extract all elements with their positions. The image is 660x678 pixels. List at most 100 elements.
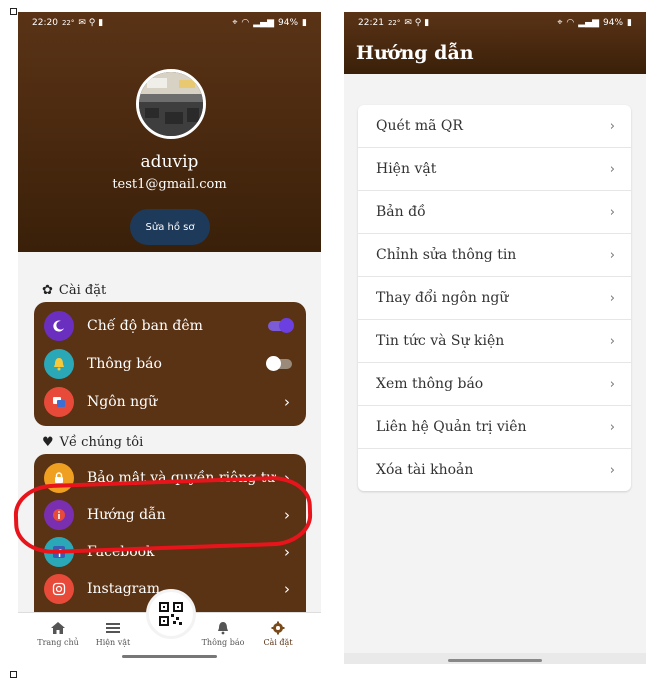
language-row[interactable]: Ngôn ngữ › [34,384,306,420]
nav-home[interactable]: Trang chủ [30,621,86,647]
chevron-right-icon: › [609,204,615,220]
chevron-right-icon: › [284,543,290,561]
gear-icon [271,621,285,635]
list-item-label: Liên hệ Quản trị viên [376,419,527,435]
list-item-label: Bản đồ [376,204,426,220]
nav-settings-label: Cài đặt [263,638,293,647]
wifi-icon: ◠ [241,18,250,28]
chevron-right-icon: › [284,506,290,524]
list-item[interactable]: Chỉnh sửa thông tin › [358,234,631,277]
gear-icon: ✿ [42,283,53,298]
battery-level: 94% [603,18,624,28]
settings-screen: 22:20 22° ✉ ⚲ ▮ ⌖ ◠ ▂▄▆ 94% ▮ aduvip tes… [18,12,321,664]
battery-icon: ▮ [627,18,632,28]
guide-screen: 22:21 22° ✉ ⚲ ▮ ⌖ ◠ ▂▄▆ 94% ▮ Hướng dẫn … [344,12,646,664]
home-indicator [122,655,217,658]
list-item-label: Hiện vật [376,161,437,177]
night-mode-toggle[interactable] [268,318,294,333]
qr-code-icon [159,602,183,626]
profile-header: 22:20 22° ✉ ⚲ ▮ ⌖ ◠ ▂▄▆ 94% ▮ aduvip tes… [18,12,321,252]
chevron-right-icon: › [284,393,290,411]
list-item[interactable]: Tin tức và Sự kiện › [358,320,631,363]
notification-icons: ✉ ⚲ ▮ [78,18,104,28]
list-item-label: Tin tức và Sự kiện [376,333,505,349]
list-item-label: Xóa tài khoản [376,462,474,478]
list-item[interactable]: Hiện vật › [358,148,631,191]
info-icon [44,500,74,530]
signal-icon: ▂▄▆ [578,18,600,28]
night-mode-label: Chế độ ban đêm [87,318,203,334]
avatar[interactable] [136,69,206,139]
chevron-right-icon: › [609,118,615,134]
list-item[interactable]: Liên hệ Quản trị viên › [358,406,631,449]
guide-row[interactable]: Hướng dẫn › [34,497,306,533]
instagram-label: Instagram [87,581,160,597]
chevron-right-icon: › [609,419,615,435]
location-icon: ⌖ [232,18,238,28]
page-title: Hướng dẫn [356,42,474,64]
status-time: 22:21 [358,18,384,28]
settings-card: Chế độ ban đêm Thông báo Ngôn ngữ › [34,302,306,426]
status-temp: 22° [61,19,75,27]
chevron-right-icon: › [609,376,615,392]
guide-label: Hướng dẫn [87,507,166,523]
list-item-label: Thay đổi ngôn ngữ [376,290,509,306]
about-section-label: Về chúng tôi [59,435,144,450]
instagram-icon [44,574,74,604]
signal-icon: ▂▄▆ [253,18,275,28]
chevron-right-icon: › [609,290,615,306]
nav-notifications-label: Thông báo [201,638,245,647]
wifi-icon: ◠ [566,18,575,28]
list-item-label: Chỉnh sửa thông tin [376,247,517,263]
list-item-label: Quét mã QR [376,118,463,134]
chevron-right-icon: › [609,247,615,263]
list-icon [106,623,120,633]
list-item[interactable]: Thay đổi ngôn ngữ › [358,277,631,320]
list-item[interactable]: Bản đồ › [358,191,631,234]
status-temp: 22° [387,19,401,27]
bell-icon [44,349,74,379]
notifications-row[interactable]: Thông báo [34,346,306,382]
battery-icon: ▮ [302,18,307,28]
facebook-row[interactable]: Facebook › [34,534,306,570]
moon-icon [44,311,74,341]
corner-marker [10,8,17,15]
home-icon [51,622,65,634]
battery-level: 94% [278,18,299,28]
list-item[interactable]: Quét mã QR › [358,105,631,148]
facebook-icon [44,537,74,567]
notifications-toggle[interactable] [266,356,292,371]
chevron-right-icon: › [284,580,290,598]
language-icon [44,387,74,417]
username: aduvip [140,152,199,172]
edit-profile-button[interactable]: Sửa hồ sơ [130,209,210,245]
language-label: Ngôn ngữ [87,394,158,410]
nav-notifications[interactable]: Thông báo [195,621,251,647]
list-item[interactable]: Xóa tài khoản › [358,449,631,491]
night-mode-row[interactable]: Chế độ ban đêm [34,308,306,344]
list-item-label: Xem thông báo [376,376,484,392]
lock-icon [44,463,74,493]
heart-icon: ♥ [42,435,54,450]
status-bar: 22:20 22° ✉ ⚲ ▮ ⌖ ◠ ▂▄▆ 94% ▮ [18,12,321,34]
notifications-label: Thông báo [87,356,162,372]
bell-icon [218,622,228,635]
list-item[interactable]: Xem thông báo › [358,363,631,406]
about-section-title: ♥ Về chúng tôi [42,435,143,450]
user-email: test1@gmail.com [112,177,227,192]
qr-scan-button[interactable] [146,589,196,639]
nav-artifacts-label: Hiện vật [95,638,131,647]
guide-list: Quét mã QR › Hiện vật › Bản đồ › Chỉnh sửa … [358,105,631,491]
nav-home-label: Trang chủ [37,638,79,647]
privacy-label: Bảo mật và quyền riêng tư [87,470,276,486]
nav-settings[interactable]: Cài đặt [250,621,306,647]
settings-section-title: ✿ Cài đặt [42,283,106,298]
chevron-right-icon: › [609,161,615,177]
status-bar: 22:21 22° ✉ ⚲ ▮ ⌖ ◠ ▂▄▆ 94% ▮ [344,12,646,34]
settings-section-label: Cài đặt [58,283,107,298]
status-time: 22:20 [32,18,58,28]
chevron-right-icon: › [609,333,615,349]
privacy-row[interactable]: Bảo mật và quyền riêng tư › [34,460,306,496]
nav-artifacts[interactable]: Hiện vật [85,621,141,647]
guide-header: 22:21 22° ✉ ⚲ ▮ ⌖ ◠ ▂▄▆ 94% ▮ Hướng dẫn [344,12,646,74]
